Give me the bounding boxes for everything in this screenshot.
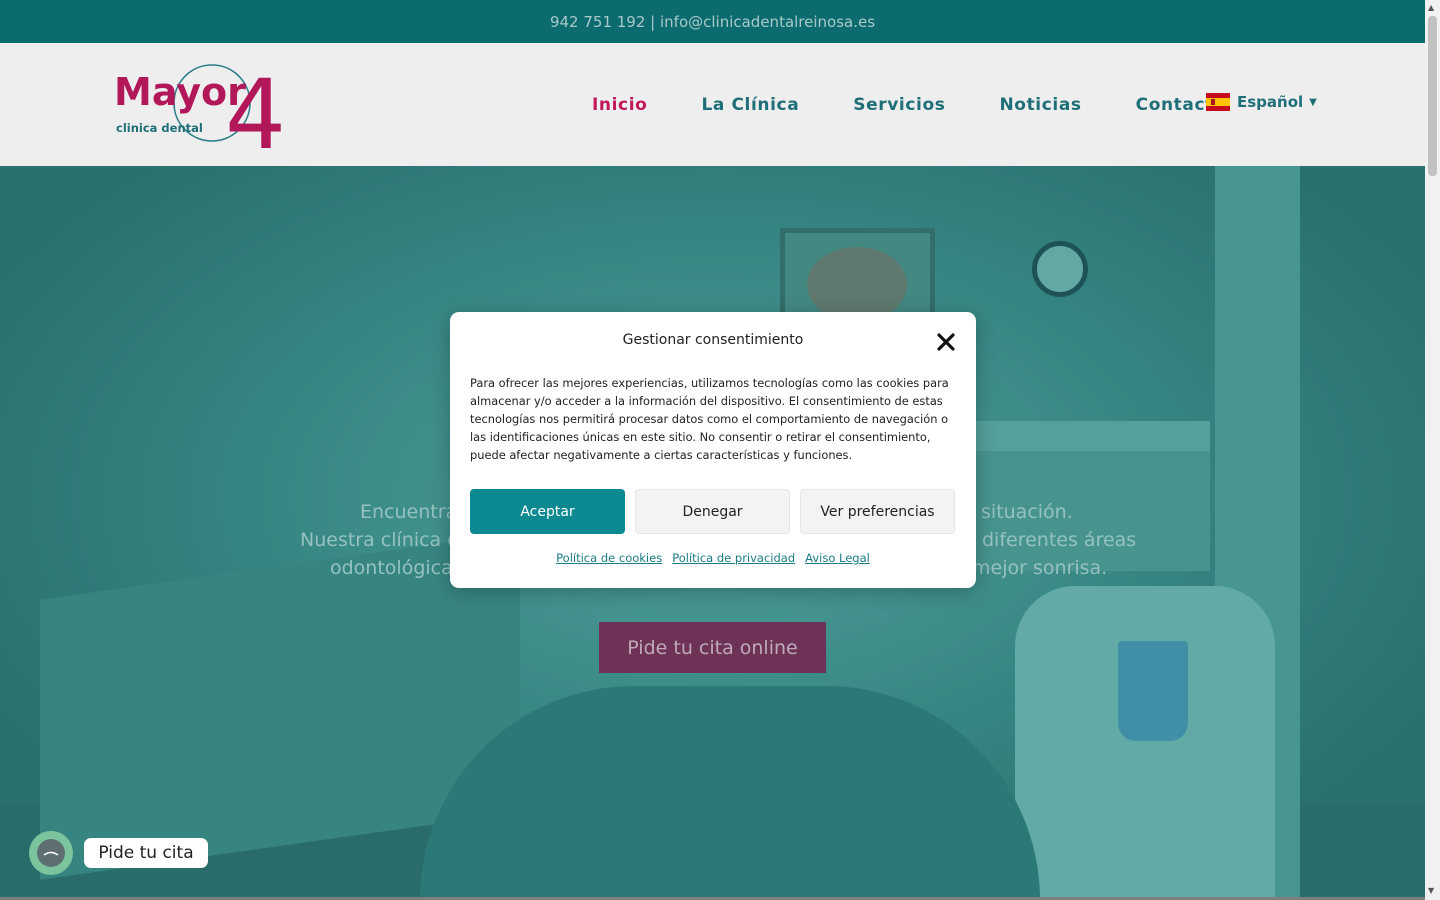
legal-notice-link[interactable]: Aviso Legal	[805, 551, 870, 565]
view-preferences-button[interactable]: Ver preferencias	[800, 489, 955, 534]
cookie-consent-dialog: Gestionar consentimiento Para ofrecer la…	[450, 312, 976, 588]
logo-text-sub: clinica dental	[116, 121, 203, 135]
nav-item-la-clinica[interactable]: La Clínica	[701, 95, 799, 115]
contact-separator: |	[645, 12, 660, 31]
language-label: Español	[1237, 93, 1304, 111]
accept-button[interactable]: Aceptar	[470, 489, 625, 534]
scroll-up-icon[interactable]: ▲	[1428, 3, 1434, 12]
chevron-down-icon: ▼	[1309, 96, 1317, 108]
language-selector[interactable]: Español ▼	[1206, 93, 1317, 111]
chat-icon	[37, 839, 65, 867]
deny-button[interactable]: Denegar	[635, 489, 790, 534]
close-icon[interactable]	[936, 332, 956, 352]
consent-message: Para ofrecer las mejores experiencias, u…	[470, 376, 949, 462]
logo-digit: 4	[225, 59, 286, 154]
nav-item-servicios[interactable]: Servicios	[853, 95, 945, 115]
site-logo[interactable]: Mayor clinica dental 4	[112, 56, 302, 171]
page-scrollbar[interactable]: ▲ ▼	[1425, 0, 1440, 900]
site-header: Mayor clinica dental 4 Inicio La Clínica…	[0, 43, 1425, 171]
scrollbar-thumb[interactable]	[1428, 16, 1437, 176]
top-contact-bar: 942 751 192 | info@clinicadentalreinosa.…	[0, 0, 1425, 43]
chat-widget-label[interactable]: Pide tu cita	[84, 838, 208, 868]
scroll-down-icon[interactable]: ▼	[1428, 886, 1434, 895]
cookie-policy-link[interactable]: Política de cookies	[556, 551, 662, 565]
consent-links: Política de cookies Política de privacid…	[450, 551, 976, 565]
consent-title: Gestionar consentimiento	[622, 332, 804, 348]
main-nav: Inicio La Clínica Servicios Noticias Con…	[565, 43, 1253, 166]
nav-item-noticias[interactable]: Noticias	[999, 95, 1081, 115]
chat-widget-button[interactable]	[29, 831, 73, 875]
email-link[interactable]: info@clinicadentalreinosa.es	[660, 13, 875, 31]
phone-number[interactable]: 942 751 192	[550, 13, 645, 31]
nav-item-inicio[interactable]: Inicio	[592, 95, 647, 115]
privacy-policy-link[interactable]: Política de privacidad	[672, 551, 795, 565]
spain-flag-icon	[1206, 93, 1230, 111]
